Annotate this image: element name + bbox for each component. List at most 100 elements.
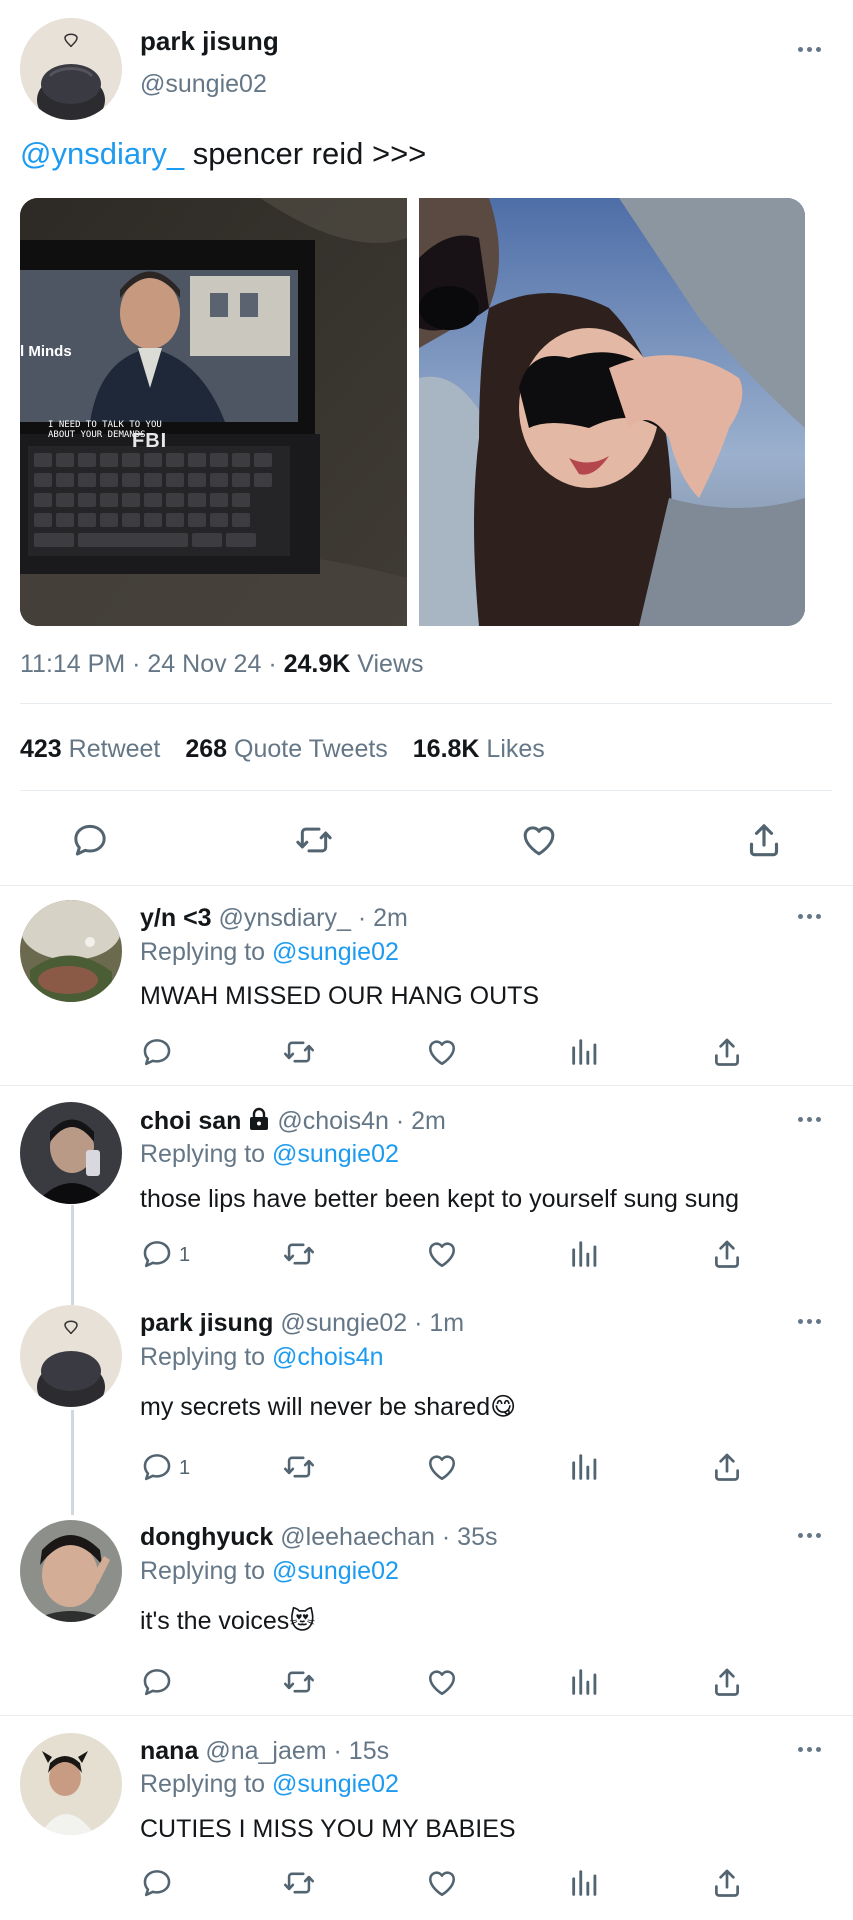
retweet-icon[interactable] xyxy=(282,1450,316,1484)
reply-count: 1 xyxy=(179,1244,191,1266)
display-name[interactable]: park jisung xyxy=(140,1309,273,1337)
share-icon[interactable] xyxy=(710,1450,744,1484)
mention-link[interactable]: @sungie02 xyxy=(272,1770,399,1798)
heart-icon[interactable] xyxy=(425,1866,459,1900)
emoji: 😋 xyxy=(490,1393,517,1421)
divider xyxy=(0,1715,853,1716)
reply-header: y/n <3 @ynsdiary_ · 2m xyxy=(140,904,408,933)
lock-icon xyxy=(248,1107,270,1138)
tweet-body: spencer reid >>> xyxy=(184,136,427,171)
thread-line xyxy=(71,1410,74,1515)
reply-count: 1 xyxy=(179,1457,191,1479)
reply-text: those lips have better been kept to your… xyxy=(140,1185,739,1213)
mention-link[interactable]: @sungie02 xyxy=(272,938,399,966)
heart-icon[interactable] xyxy=(425,1665,459,1699)
more-icon[interactable] xyxy=(798,1316,824,1326)
reply-header: nana @na_jaem · 15s xyxy=(140,1737,389,1766)
replying-to: Replying to @sungie02 xyxy=(140,1140,399,1168)
tweet-image-selfie[interactable] xyxy=(419,198,805,626)
reply-header: donghyuck @leehaechan · 35s xyxy=(140,1523,498,1552)
views-label: Views xyxy=(350,650,424,678)
tweet-timestamp[interactable]: 11:14 PM · 24 Nov 24 · 24.9K Views xyxy=(20,650,424,679)
avatar[interactable] xyxy=(20,1305,122,1407)
more-icon[interactable] xyxy=(798,911,824,921)
tweet-stats: 423 Retweet 268 Quote Tweets 16.8K Likes xyxy=(20,735,545,764)
replying-to: Replying to @chois4n xyxy=(140,1343,384,1371)
handle[interactable]: @na_jaem xyxy=(205,1737,326,1765)
retweet-icon[interactable] xyxy=(282,1665,316,1699)
divider xyxy=(20,790,832,791)
avatar[interactable] xyxy=(20,1102,122,1204)
reply-time: · 1m xyxy=(407,1309,465,1337)
display-name[interactable]: y/n <3 xyxy=(140,904,212,932)
share-icon[interactable] xyxy=(710,1035,744,1069)
analytics-icon[interactable] xyxy=(568,1237,602,1271)
mention-link[interactable]: @chois4n xyxy=(272,1343,384,1371)
reply-icon[interactable] xyxy=(140,1665,174,1699)
retweet-icon[interactable] xyxy=(282,1237,316,1271)
mention-link[interactable]: @ynsdiary_ xyxy=(20,136,184,171)
more-icon[interactable] xyxy=(798,1744,824,1754)
emoji: 😻 xyxy=(289,1607,316,1635)
reply-time: · 2m xyxy=(388,1107,446,1135)
heart-icon[interactable] xyxy=(425,1237,459,1271)
avatar[interactable] xyxy=(20,18,122,120)
reply-icon[interactable] xyxy=(140,1866,174,1900)
reply-icon[interactable] xyxy=(70,820,110,860)
retweet-icon[interactable] xyxy=(294,820,334,860)
handle[interactable]: @ynsdiary_ xyxy=(219,904,351,932)
reply-time: · 2m xyxy=(350,904,408,932)
reply-header: park jisung @sungie02 · 1m xyxy=(140,1309,464,1338)
handle[interactable]: @chois4n xyxy=(277,1107,389,1135)
reply-header: choi san @chois4n · 2m xyxy=(140,1107,446,1138)
reply-text: MWAH MISSED OUR HANG OUTS xyxy=(140,982,540,1010)
mention-link[interactable]: @sungie02 xyxy=(272,1557,399,1585)
quote-stat[interactable]: 268 Quote Tweets xyxy=(185,735,387,763)
reply-icon[interactable] xyxy=(140,1237,174,1271)
reply-text: my secrets will never be shared😋 xyxy=(140,1393,517,1421)
handle[interactable]: @sungie02 xyxy=(280,1309,407,1337)
display-name[interactable]: park jisung xyxy=(140,26,279,57)
share-icon[interactable] xyxy=(744,820,784,860)
tweet-image-laptop[interactable]: l Minds I NEED TO TALK TO YOU ABOUT YOUR… xyxy=(20,198,407,626)
display-name[interactable]: choi san xyxy=(140,1107,241,1135)
handle[interactable]: @leehaechan xyxy=(280,1523,435,1551)
avatar[interactable] xyxy=(20,1733,122,1835)
reply-text: it's the voices😻 xyxy=(140,1607,316,1635)
fbi-badge: FBI xyxy=(132,430,168,452)
heart-icon[interactable] xyxy=(425,1450,459,1484)
share-icon[interactable] xyxy=(710,1665,744,1699)
reply-icon[interactable] xyxy=(140,1035,174,1069)
heart-icon[interactable] xyxy=(425,1035,459,1069)
share-icon[interactable] xyxy=(710,1237,744,1271)
more-icon[interactable] xyxy=(798,44,824,54)
reply-text: CUTIES I MISS YOU MY BABIES xyxy=(140,1815,516,1843)
reply-time: · 15s xyxy=(326,1737,390,1765)
display-name[interactable]: donghyuck xyxy=(140,1523,273,1551)
retweet-icon[interactable] xyxy=(282,1866,316,1900)
analytics-icon[interactable] xyxy=(568,1665,602,1699)
likes-stat[interactable]: 16.8K Likes xyxy=(413,735,545,763)
replying-to: Replying to @sungie02 xyxy=(140,1557,399,1585)
avatar[interactable] xyxy=(20,900,122,1002)
heart-icon[interactable] xyxy=(519,820,559,860)
retweet-icon[interactable] xyxy=(282,1035,316,1069)
more-icon[interactable] xyxy=(798,1530,824,1540)
thread-line xyxy=(71,1205,74,1305)
avatar[interactable] xyxy=(20,1520,122,1622)
analytics-icon[interactable] xyxy=(568,1866,602,1900)
display-name[interactable]: nana xyxy=(140,1737,198,1765)
share-icon[interactable] xyxy=(710,1866,744,1900)
replying-to: Replying to @sungie02 xyxy=(140,938,399,966)
reply-icon[interactable] xyxy=(140,1450,174,1484)
retweet-stat[interactable]: 423 Retweet xyxy=(20,735,160,763)
analytics-icon[interactable] xyxy=(568,1450,602,1484)
mention-link[interactable]: @sungie02 xyxy=(272,1140,399,1168)
more-icon[interactable] xyxy=(798,1114,824,1124)
views-count: 24.9K xyxy=(283,650,351,678)
divider xyxy=(20,703,832,704)
reply-time: · 35s xyxy=(434,1523,498,1551)
handle[interactable]: @sungie02 xyxy=(140,70,267,99)
analytics-icon[interactable] xyxy=(568,1035,602,1069)
tweet-text: @ynsdiary_ spencer reid >>> xyxy=(20,136,426,172)
